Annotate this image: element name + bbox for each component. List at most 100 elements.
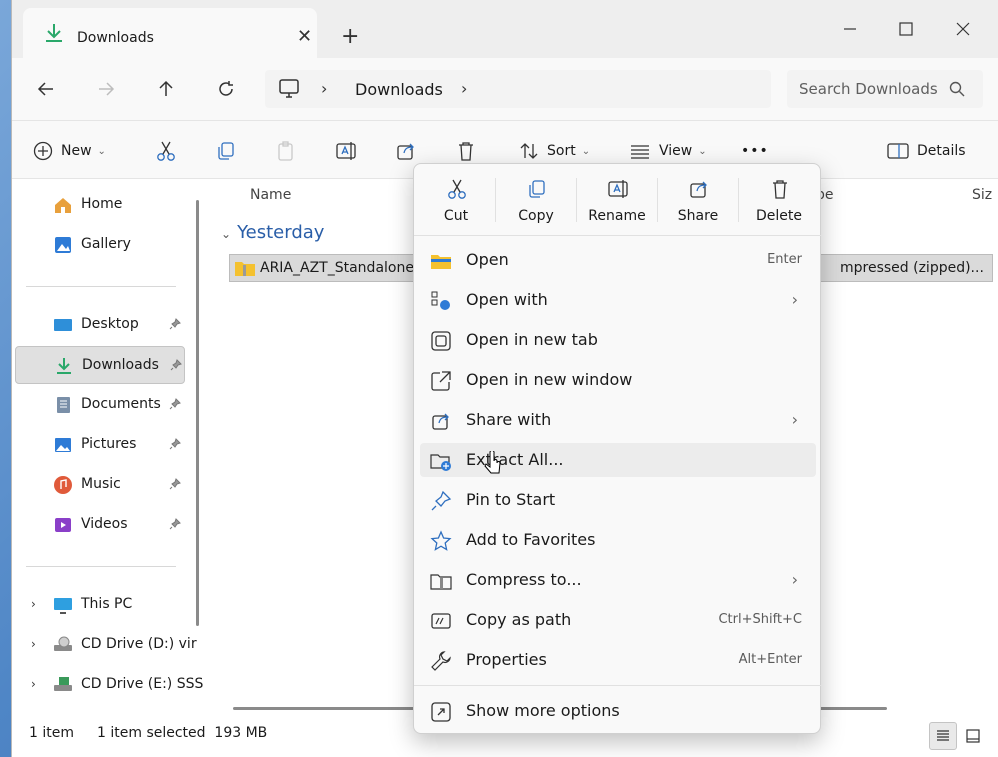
file-name: ARIA_AZT_Standalone_ bbox=[260, 260, 421, 276]
sidebar-item-downloads[interactable]: Downloads bbox=[15, 346, 185, 384]
paste-toolbar-button[interactable] bbox=[275, 138, 297, 164]
chevron-down-icon: ⌄ bbox=[97, 145, 106, 157]
scissors-icon bbox=[157, 141, 175, 161]
details-label: Details bbox=[917, 143, 966, 159]
chevron-down-icon: ⌄ bbox=[581, 145, 591, 157]
context-delete-button[interactable]: Delete bbox=[741, 172, 817, 230]
group-header-yesterday[interactable]: ⌄ Yesterday bbox=[221, 222, 324, 243]
sidebar-item-home[interactable]: Home bbox=[15, 186, 185, 224]
cut-toolbar-button[interactable] bbox=[155, 138, 177, 164]
sidebar-scrollbar[interactable] bbox=[196, 200, 199, 626]
column-header-size[interactable]: Siz bbox=[972, 187, 992, 203]
address-bar[interactable]: › Downloads › bbox=[265, 70, 771, 108]
menu-item-open-new-window[interactable]: Open in new window bbox=[420, 363, 816, 397]
rename-toolbar-button[interactable] bbox=[335, 138, 357, 164]
expand-chevron-icon[interactable]: › bbox=[31, 637, 36, 651]
back-button[interactable] bbox=[33, 76, 59, 102]
menu-shortcut: Enter bbox=[767, 252, 802, 267]
menu-item-share-with[interactable]: Share with › bbox=[420, 403, 816, 437]
delete-toolbar-button[interactable] bbox=[455, 138, 477, 164]
menu-item-show-more-options[interactable]: Show more options bbox=[420, 694, 816, 728]
zip-folder-icon bbox=[235, 262, 255, 276]
sidebar-item-documents[interactable]: Documents bbox=[15, 386, 185, 424]
context-cut-button[interactable]: Cut bbox=[418, 172, 494, 230]
copy-label: Copy bbox=[518, 208, 554, 224]
breadcrumb-downloads[interactable]: Downloads bbox=[355, 80, 443, 99]
menu-item-label: Extract All... bbox=[466, 450, 564, 469]
minimize-icon bbox=[844, 28, 856, 30]
new-tab-button[interactable]: + bbox=[341, 26, 359, 48]
tab-downloads[interactable]: Downloads ✕ bbox=[23, 8, 317, 58]
more-options-button[interactable]: ••• bbox=[741, 138, 769, 164]
file-type: mpressed (zipped)... bbox=[840, 260, 984, 276]
new-button[interactable]: New ⌄ bbox=[33, 138, 106, 164]
sidebar-item-cd-drive-e[interactable]: › CD Drive (E:) SSS bbox=[15, 666, 203, 704]
sort-label: Sort bbox=[547, 143, 576, 159]
expand-chevron-icon[interactable]: › bbox=[31, 677, 36, 691]
search-box[interactable] bbox=[787, 70, 983, 108]
open-with-icon bbox=[431, 291, 450, 310]
share-toolbar-button[interactable] bbox=[395, 138, 417, 164]
breadcrumb-separator[interactable]: › bbox=[321, 79, 327, 98]
chevron-right-icon: › bbox=[791, 290, 798, 309]
menu-item-label: Pin to Start bbox=[466, 490, 556, 509]
share-label: Share bbox=[677, 208, 719, 224]
menu-item-label: Copy as path bbox=[466, 610, 572, 629]
maximize-button[interactable] bbox=[886, 14, 926, 44]
pin-icon bbox=[169, 478, 181, 490]
sort-button[interactable]: Sort ⌄ bbox=[519, 138, 590, 164]
sidebar-divider bbox=[26, 286, 176, 287]
tiles-view-button[interactable] bbox=[959, 722, 987, 750]
sidebar-item-pictures[interactable]: Pictures bbox=[15, 426, 185, 464]
context-share-button[interactable]: Share bbox=[660, 172, 736, 230]
music-icon bbox=[54, 476, 72, 494]
menu-item-properties[interactable]: Properties Alt+Enter bbox=[420, 643, 816, 677]
view-button[interactable]: View ⌄ bbox=[629, 138, 707, 164]
sidebar-item-music[interactable]: Music bbox=[15, 466, 185, 504]
context-rename-button[interactable]: Rename bbox=[579, 172, 655, 230]
sidebar-item-label: CD Drive (E:) SSS bbox=[81, 676, 204, 692]
menu-item-label: Compress to... bbox=[466, 570, 582, 589]
sidebar-item-videos[interactable]: Videos bbox=[15, 506, 185, 544]
sidebar-item-this-pc[interactable]: › This PC bbox=[15, 586, 185, 624]
compress-icon bbox=[430, 574, 452, 590]
this-pc-icon bbox=[54, 598, 72, 614]
search-input[interactable] bbox=[799, 79, 949, 99]
details-view-button[interactable] bbox=[929, 722, 957, 750]
menu-item-open-new-tab[interactable]: Open in new tab bbox=[420, 323, 816, 357]
column-header-name[interactable]: Name bbox=[250, 187, 291, 203]
forward-button[interactable] bbox=[93, 76, 119, 102]
up-button[interactable] bbox=[153, 76, 179, 102]
close-window-button[interactable] bbox=[943, 14, 983, 44]
videos-icon bbox=[55, 518, 71, 532]
menu-item-copy-as-path[interactable]: Copy as path Ctrl+Shift+C bbox=[420, 603, 816, 637]
arrow-right-icon bbox=[99, 82, 115, 96]
expand-chevron-icon[interactable]: › bbox=[31, 597, 36, 611]
chevron-right-icon: › bbox=[791, 570, 798, 589]
details-button[interactable]: Details bbox=[887, 138, 966, 164]
menu-item-extract-all[interactable]: Extract All... bbox=[420, 443, 816, 477]
item-count: 1 item bbox=[29, 725, 74, 741]
copy-toolbar-button[interactable] bbox=[215, 138, 237, 164]
breadcrumb-separator-end[interactable]: › bbox=[461, 79, 467, 98]
menu-item-open[interactable]: Open Enter bbox=[420, 243, 816, 277]
menu-item-compress-to[interactable]: Compress to... › bbox=[420, 563, 816, 597]
tab-close-button[interactable]: ✕ bbox=[297, 28, 312, 46]
sidebar-item-desktop[interactable]: Desktop bbox=[15, 306, 185, 344]
menu-item-label: Open in new window bbox=[466, 370, 633, 389]
minimize-button[interactable] bbox=[830, 14, 870, 44]
menu-item-add-favorites[interactable]: Add to Favorites bbox=[420, 523, 816, 557]
sidebar-item-gallery[interactable]: Gallery bbox=[15, 226, 185, 264]
sidebar-item-cd-drive-d[interactable]: › CD Drive (D:) vir bbox=[15, 626, 197, 664]
details-view-icon bbox=[937, 730, 949, 741]
this-pc-icon bbox=[279, 79, 299, 98]
refresh-button[interactable] bbox=[213, 76, 239, 102]
share-icon bbox=[432, 413, 449, 430]
tab-title: Downloads bbox=[77, 30, 154, 46]
download-icon bbox=[46, 24, 62, 42]
menu-item-open-with[interactable]: Open with › bbox=[420, 283, 816, 317]
menu-item-pin-to-start[interactable]: Pin to Start bbox=[420, 483, 816, 517]
sidebar-divider bbox=[26, 566, 176, 567]
context-copy-button[interactable]: Copy bbox=[498, 172, 574, 230]
desktop-icon bbox=[54, 319, 72, 331]
